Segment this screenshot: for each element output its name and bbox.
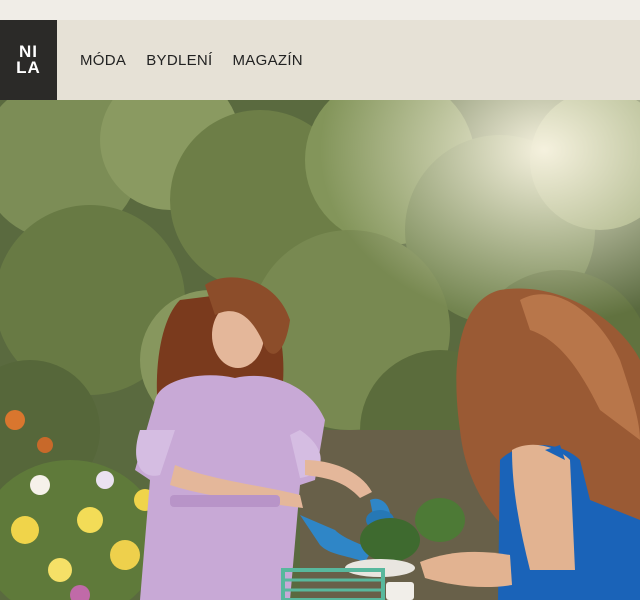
nav-item-bydleni[interactable]: BYDLENÍ xyxy=(146,52,212,69)
nav-item-magazin[interactable]: MAGAZÍN xyxy=(233,52,303,69)
nav-item-moda[interactable]: MÓDA xyxy=(80,52,126,69)
site-header: NI LA MÓDA BYDLENÍ MAGAZÍN xyxy=(0,20,640,100)
site-logo[interactable]: NI LA xyxy=(0,20,57,100)
hero-image xyxy=(0,100,640,600)
hero-photo-illustration xyxy=(0,100,640,600)
logo-line-2: LA xyxy=(16,58,41,77)
main-nav: MÓDA BYDLENÍ MAGAZÍN xyxy=(80,52,323,69)
top-strip xyxy=(0,0,640,20)
